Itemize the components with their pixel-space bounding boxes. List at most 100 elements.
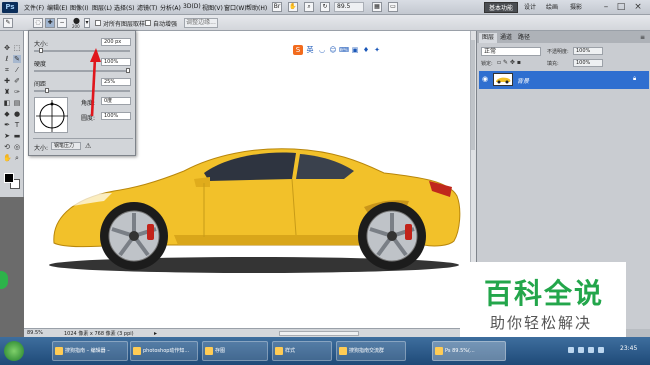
menu-image[interactable]: 图像(I) — [70, 3, 88, 12]
taskbar-item-photoshop[interactable]: Ps 89.5%(... — [432, 341, 506, 361]
canvas-scroll-thumb[interactable] — [471, 40, 475, 150]
status-menu-arrow-icon[interactable]: ▸ — [154, 330, 157, 337]
lock-options-icon[interactable]: ▫ ✎ ✥ ▪ — [497, 59, 521, 66]
pen-pressure-select[interactable]: 钢笔压力 — [51, 142, 81, 150]
menu-window[interactable]: 窗口(W) — [224, 3, 247, 12]
crop-tool-icon[interactable]: ⌗ — [3, 66, 11, 74]
quick-selection-tool-icon[interactable]: ✎ — [3, 18, 13, 28]
sogou-logo-icon[interactable]: S — [293, 45, 303, 55]
size-field[interactable]: 200 px — [101, 38, 131, 46]
lasso-tool-icon[interactable]: ℓ — [3, 55, 11, 63]
eyedropper-tool-icon[interactable]: ⁄ — [13, 66, 21, 74]
hand-view-icon[interactable]: ✋ — [288, 2, 298, 12]
workspace-photography-button[interactable]: 摄影 — [566, 2, 586, 13]
move-tool-icon[interactable]: ✥ — [3, 44, 11, 52]
status-zoom[interactable]: 89.5% — [27, 330, 43, 336]
shape-tool-icon[interactable]: ▬ — [13, 132, 21, 140]
arrange-documents-icon[interactable]: ▦ — [372, 2, 382, 12]
opacity-field[interactable]: 100% — [573, 47, 603, 55]
screen-mode-icon[interactable]: ▭ — [388, 2, 398, 12]
sample-all-layers-checkbox[interactable] — [95, 20, 101, 26]
brush-tool-icon[interactable]: ✐ — [13, 77, 21, 85]
minimize-button[interactable]: – — [600, 1, 612, 13]
tab-channels[interactable]: 通道 — [497, 33, 515, 43]
menu-select[interactable]: 选择(S) — [114, 3, 135, 12]
menu-help[interactable]: 帮助(H) — [246, 3, 267, 12]
brush-picker-dropdown-icon[interactable]: ▾ — [84, 18, 90, 28]
tray-input-icon[interactable] — [588, 347, 594, 353]
taskbar-item-photoshop-actions[interactable]: photoshop动作知... — [130, 341, 198, 361]
subtract-selection-icon[interactable]: − — [57, 18, 67, 28]
menu-file[interactable]: 文件(F) — [24, 3, 44, 12]
zoom-tool-icon[interactable]: ⌕ — [13, 154, 21, 162]
start-button-icon[interactable] — [4, 341, 24, 361]
taskbar-item-save-images[interactable]: 存图 — [202, 341, 268, 361]
clone-stamp-tool-icon[interactable]: ♜ — [3, 88, 11, 96]
maximize-button[interactable]: □ — [615, 1, 627, 13]
horizontal-scrollbar[interactable] — [279, 331, 359, 336]
toolbox-icon[interactable]: ▣ — [350, 45, 360, 55]
taskbar-item-styles[interactable]: 样式 — [272, 341, 332, 361]
brush-dot-icon[interactable]: ● — [73, 17, 82, 25]
menu-view[interactable]: 视图(V) — [202, 3, 223, 12]
panel-menu-icon[interactable]: ≡ — [637, 33, 648, 43]
settings-wrench-icon[interactable]: ✦ — [372, 45, 382, 55]
size-slider-thumb[interactable] — [38, 48, 43, 53]
path-selection-tool-icon[interactable]: ➤ — [3, 132, 11, 140]
taskbar-item-editor[interactable]: 搜狗指南 – 编辑器 – — [52, 341, 128, 361]
tray-network-icon[interactable] — [568, 347, 574, 353]
blend-mode-select[interactable]: 正常 — [481, 47, 541, 56]
spacing-field[interactable]: 25% — [101, 78, 131, 86]
workspace-essentials-button[interactable]: 基本功能 — [484, 2, 519, 13]
angle-field[interactable]: 0度 — [101, 97, 131, 105]
workspace-design-button[interactable]: 设计 — [520, 2, 540, 13]
marquee-tool-icon[interactable]: ⬚ — [13, 44, 21, 52]
size-slider[interactable] — [34, 50, 130, 52]
healing-brush-tool-icon[interactable]: ✚ — [3, 77, 11, 85]
dodge-tool-icon[interactable]: ● — [13, 110, 21, 118]
hand-tool-icon[interactable]: ✋ — [3, 154, 12, 162]
layer-row-background[interactable]: ◉ 背景 🔒︎ — [479, 71, 649, 89]
bridge-icon[interactable]: Br — [272, 2, 282, 12]
roundness-field[interactable]: 100% — [101, 112, 131, 120]
brush-tip-preview[interactable] — [34, 97, 68, 133]
menu-edit[interactable]: 编辑(E) — [47, 3, 67, 12]
eraser-tool-icon[interactable]: ◧ — [3, 99, 11, 107]
gradient-tool-icon[interactable]: ▤ — [13, 99, 21, 107]
workspace-painting-button[interactable]: 绘画 — [542, 2, 562, 13]
3d-orbit-tool-icon[interactable]: ◎ — [13, 143, 21, 151]
taskbar-clock[interactable]: 23:45 — [620, 345, 637, 352]
history-brush-tool-icon[interactable]: ✑ — [13, 88, 21, 96]
foreground-color-swatch[interactable] — [4, 173, 14, 183]
layer-visibility-eye-icon[interactable]: ◉ — [482, 75, 488, 83]
taskbar-item-group-chat[interactable]: 搜狗指南交流群 — [336, 341, 406, 361]
fill-field[interactable]: 100% — [573, 59, 603, 67]
zoom-view-icon[interactable]: ⌕ — [304, 2, 314, 12]
menu-layer[interactable]: 图层(L) — [92, 3, 112, 12]
hardness-slider-thumb[interactable] — [126, 68, 130, 73]
type-tool-icon[interactable]: T — [13, 121, 21, 129]
zoom-select[interactable]: 89.5 — [334, 2, 364, 12]
rotate-view-icon[interactable]: ↻ — [320, 2, 330, 12]
3d-rotate-tool-icon[interactable]: ⟲ — [3, 143, 11, 151]
hardness-slider[interactable] — [34, 70, 130, 72]
spacing-slider-thumb[interactable] — [45, 88, 50, 93]
punctuation-icon[interactable]: ◡ — [317, 45, 327, 55]
new-selection-icon[interactable]: ◌ — [33, 18, 43, 28]
tray-app-icon[interactable] — [598, 347, 604, 353]
refine-edge-button[interactable]: 调整边缘... — [184, 18, 218, 28]
tab-paths[interactable]: 路径 — [515, 33, 533, 43]
auto-enhance-checkbox[interactable] — [145, 20, 151, 26]
hardness-field[interactable]: 100% — [101, 58, 131, 66]
close-button[interactable]: × — [632, 1, 644, 13]
menu-analysis[interactable]: 分析(A) — [160, 3, 181, 12]
quick-selection-tool-icon-active[interactable]: ✎ — [13, 55, 21, 63]
skin-icon[interactable]: ♦ — [361, 45, 371, 55]
menu-filter[interactable]: 滤镜(T) — [137, 3, 157, 12]
menu-3d[interactable]: 3D(D) — [183, 3, 201, 10]
keyboard-icon[interactable]: ⌨ — [339, 45, 349, 55]
add-to-selection-icon[interactable]: ✚ — [45, 18, 55, 28]
tab-layers[interactable]: 图层 — [479, 33, 498, 43]
tray-volume-icon[interactable] — [578, 347, 584, 353]
emoji-icon[interactable]: ☺ — [328, 45, 338, 55]
